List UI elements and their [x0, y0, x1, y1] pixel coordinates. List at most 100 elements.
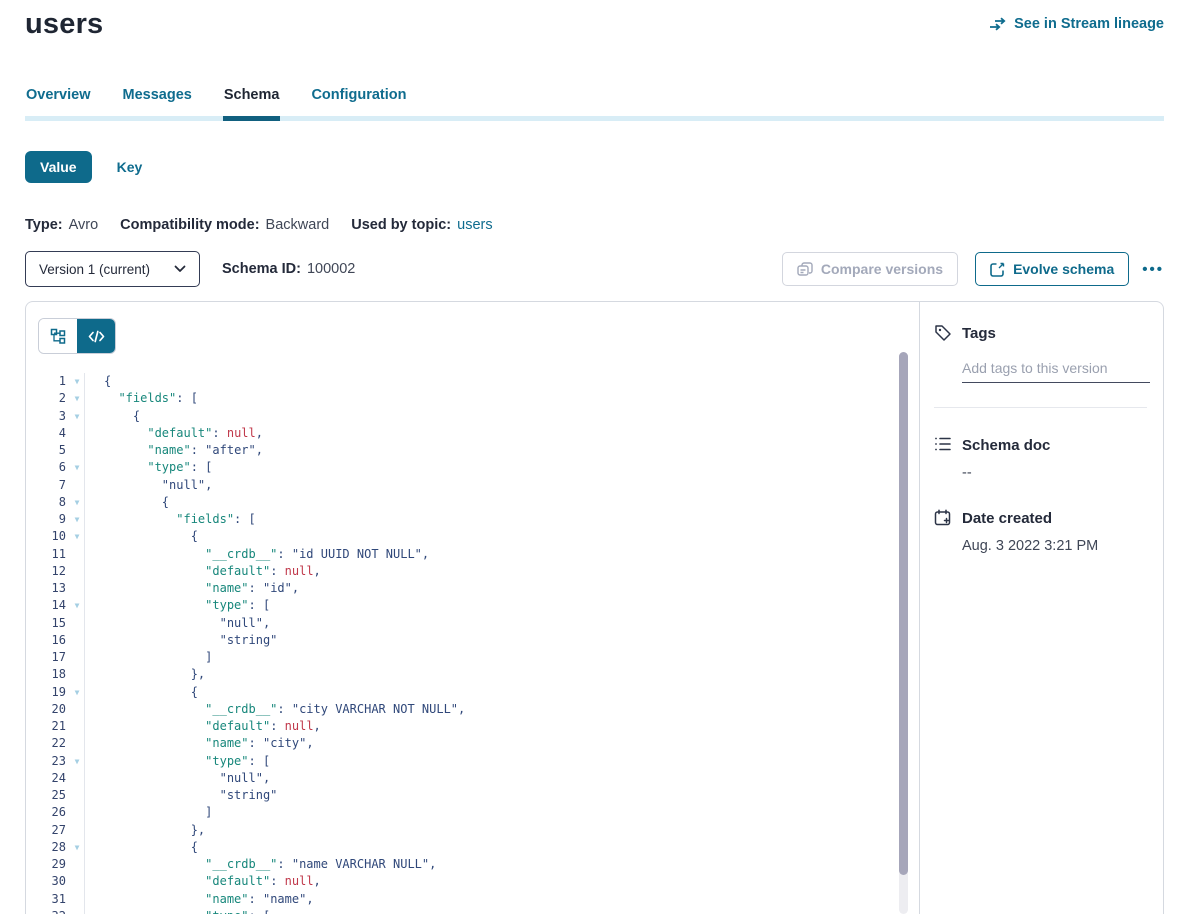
line-number: 20 [34, 701, 70, 718]
code-text: { [84, 494, 169, 511]
code-line: 18 }, [34, 666, 919, 683]
fold-toggle-icon[interactable]: ▼ [70, 597, 84, 614]
code-line: 14▼ "type": [ [34, 597, 919, 614]
code-text: "default": null, [84, 718, 321, 735]
line-number: 22 [34, 735, 70, 752]
code-line: 1▼{ [34, 373, 919, 390]
line-number: 29 [34, 856, 70, 873]
code-line: 12 "default": null, [34, 563, 919, 580]
line-number: 26 [34, 804, 70, 821]
date-created-value: Aug. 3 2022 3:21 PM [962, 538, 1147, 554]
code-line: 27 }, [34, 822, 919, 839]
fold-toggle-icon[interactable]: ▼ [70, 511, 84, 528]
value-toggle-button[interactable]: Value [25, 151, 92, 183]
code-line: 20 "__crdb__": "city VARCHAR NOT NULL", [34, 701, 919, 718]
version-select[interactable]: Version 1 (current) [25, 251, 200, 287]
fold-toggle-icon [70, 632, 84, 649]
tab-overview[interactable]: Overview [25, 79, 92, 116]
editor-scrollbar-thumb[interactable] [899, 352, 908, 875]
schema-doc-section: Schema doc -- [934, 436, 1147, 481]
value-key-toggle: Value Key [25, 151, 1164, 183]
schema-doc-heading-row: Schema doc [934, 436, 1147, 454]
code-line: 3▼ { [34, 408, 919, 425]
line-number: 32 [34, 908, 70, 914]
list-icon [934, 436, 952, 454]
tags-heading: Tags [962, 325, 996, 342]
key-toggle-button[interactable]: Key [117, 159, 143, 175]
code-text: { [84, 839, 198, 856]
schema-sidebar: Tags [919, 302, 1163, 914]
line-number: 28 [34, 839, 70, 856]
line-number: 14 [34, 597, 70, 614]
code-text: "string" [84, 787, 277, 804]
fold-toggle-icon [70, 804, 84, 821]
fold-toggle-icon [70, 701, 84, 718]
line-number: 11 [34, 546, 70, 563]
code-line: 2▼ "fields": [ [34, 390, 919, 407]
code-text: { [84, 373, 111, 390]
tab-messages[interactable]: Messages [122, 79, 193, 116]
fold-toggle-icon [70, 666, 84, 683]
tab-schema[interactable]: Schema [223, 79, 281, 116]
line-number: 12 [34, 563, 70, 580]
fold-toggle-icon[interactable]: ▼ [70, 459, 84, 476]
line-number: 2 [34, 390, 70, 407]
schema-id: Schema ID: 100002 [222, 261, 355, 277]
line-number: 27 [34, 822, 70, 839]
fold-toggle-icon[interactable]: ▼ [70, 528, 84, 545]
code-text: "name": "name", [84, 891, 314, 908]
code-view-button[interactable] [77, 319, 115, 353]
tree-view-button[interactable] [39, 319, 77, 353]
code-line: 29 "__crdb__": "name VARCHAR NULL", [34, 856, 919, 873]
code-text: ] [84, 804, 212, 821]
code-text: "null", [84, 477, 212, 494]
evolve-schema-button[interactable]: Evolve schema [975, 252, 1129, 286]
add-tags-input[interactable] [962, 358, 1150, 383]
fold-toggle-icon [70, 546, 84, 563]
meta-type: Type: Avro [25, 217, 98, 233]
line-number: 3 [34, 408, 70, 425]
code-line: 25 "string" [34, 787, 919, 804]
code-text: "fields": [ [84, 511, 256, 528]
code-text: "type": [ [84, 753, 270, 770]
see-in-stream-lineage-link[interactable]: See in Stream lineage [989, 16, 1164, 32]
line-number: 19 [34, 684, 70, 701]
code-line: 15 "null", [34, 615, 919, 632]
version-select-value: Version 1 (current) [39, 262, 150, 277]
meta-compatibility: Compatibility mode: Backward [120, 217, 329, 233]
see-in-stream-lineage-label: See in Stream lineage [1014, 16, 1164, 32]
compare-versions-label: Compare versions [821, 261, 943, 277]
compare-versions-button[interactable]: Compare versions [782, 252, 958, 286]
fold-toggle-icon[interactable]: ▼ [70, 390, 84, 407]
stream-lineage-icon [989, 17, 1007, 31]
fold-toggle-icon[interactable]: ▼ [70, 408, 84, 425]
line-number: 30 [34, 873, 70, 890]
code-text: "name": "id", [84, 580, 299, 597]
fold-toggle-icon[interactable]: ▼ [70, 373, 84, 390]
line-number: 10 [34, 528, 70, 545]
code-text: "null", [84, 615, 270, 632]
fold-toggle-icon [70, 735, 84, 752]
evolve-schema-label: Evolve schema [1013, 261, 1114, 277]
code-line: 30 "default": null, [34, 873, 919, 890]
fold-toggle-icon[interactable]: ▼ [70, 684, 84, 701]
schema-page: users See in Stream lineage Overview Mes… [0, 0, 1189, 916]
date-created-heading-row: Date created [934, 509, 1147, 527]
more-options-button[interactable]: ••• [1142, 262, 1164, 277]
fold-toggle-icon[interactable]: ▼ [70, 494, 84, 511]
schema-code-editor[interactable]: 1▼{2▼ "fields": [3▼ {4 "default": null,5… [34, 373, 919, 914]
code-line: 8▼ { [34, 494, 919, 511]
code-text: }, [84, 822, 205, 839]
sidebar-divider [934, 407, 1147, 408]
code-line: 32▼ "type": [ [34, 908, 919, 914]
meta-compatibility-label: Compatibility mode: [120, 217, 259, 233]
fold-toggle-icon[interactable]: ▼ [70, 753, 84, 770]
code-text: }, [84, 666, 205, 683]
code-text: "name": "city", [84, 735, 314, 752]
tab-configuration[interactable]: Configuration [310, 79, 407, 116]
fold-toggle-icon [70, 563, 84, 580]
fold-toggle-icon[interactable]: ▼ [70, 839, 84, 856]
meta-compatibility-value: Backward [266, 217, 330, 233]
used-by-topic-link[interactable]: users [457, 217, 492, 233]
fold-toggle-icon[interactable]: ▼ [70, 908, 84, 914]
